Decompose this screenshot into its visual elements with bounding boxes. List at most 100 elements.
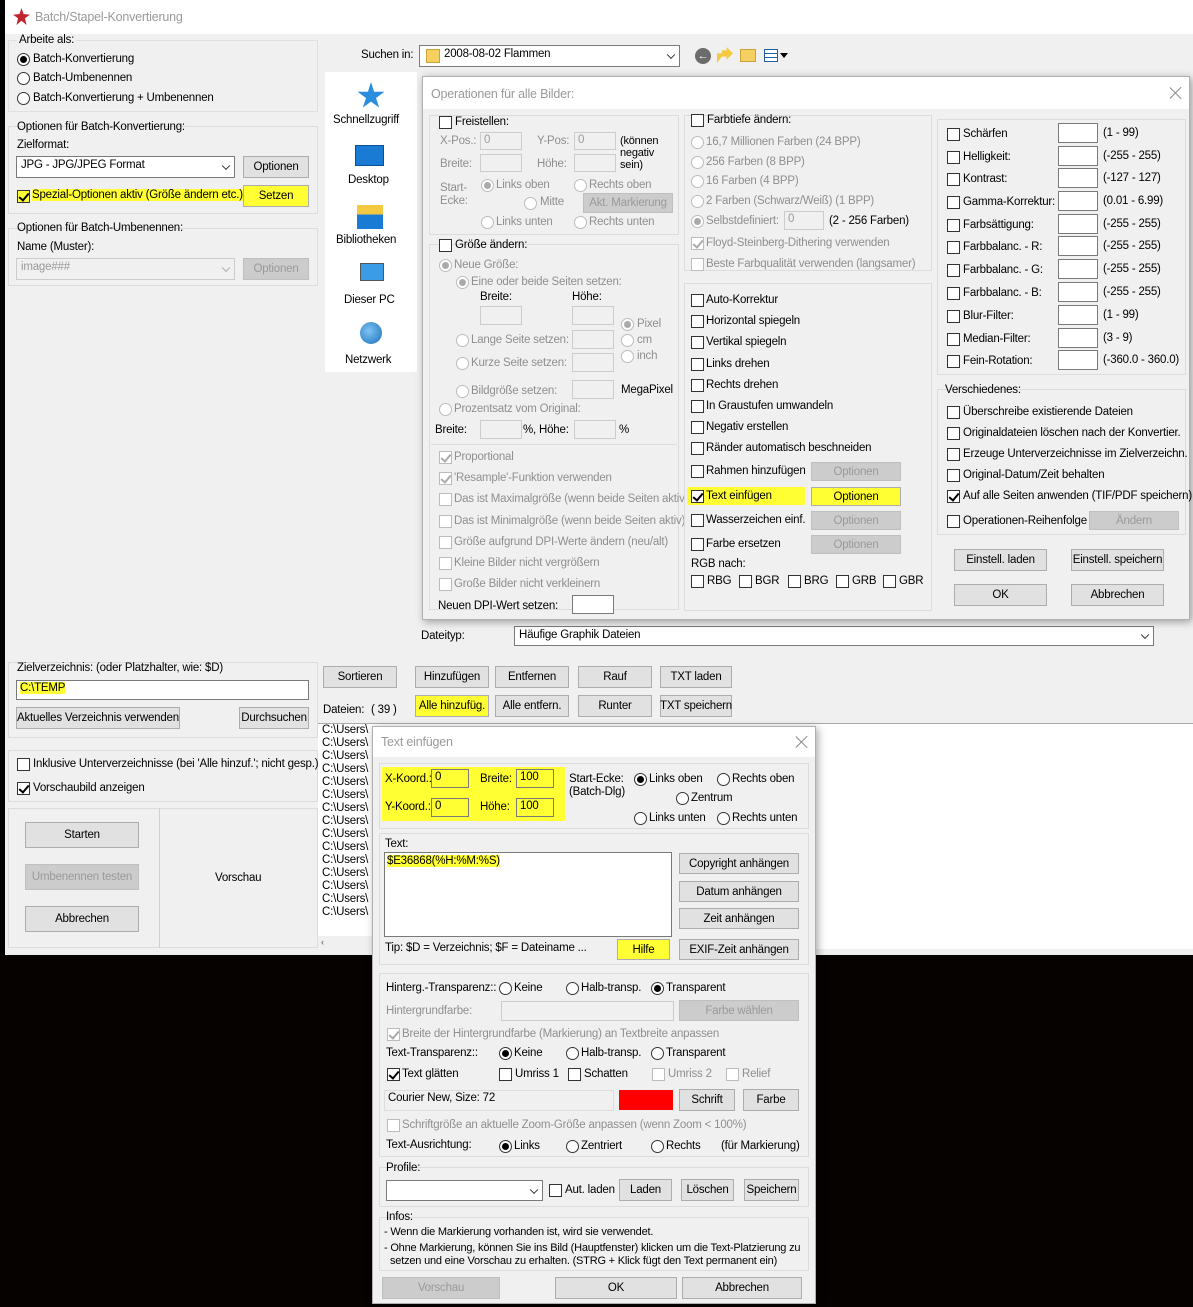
replace-color-checkbox[interactable]: [691, 538, 704, 551]
adjust-input[interactable]: [1058, 191, 1098, 211]
list-item[interactable]: C:\Users\: [322, 737, 368, 750]
target-dir-input[interactable]: C:\TEMP: [16, 680, 309, 700]
adjust-checkbox[interactable]: [947, 333, 960, 346]
no-shrink-checkbox[interactable]: [439, 578, 452, 591]
is-max-checkbox[interactable]: [439, 493, 452, 506]
add-button[interactable]: Hinzufügen: [415, 666, 489, 688]
adjust-input[interactable]: [1058, 168, 1098, 188]
outline1-checkbox[interactable]: [499, 1068, 512, 1081]
sort-button[interactable]: Sortieren: [323, 666, 397, 688]
list-item[interactable]: C:\Users\: [322, 893, 368, 906]
replace-color-options-button[interactable]: Optionen: [811, 535, 901, 554]
shadow-checkbox[interactable]: [568, 1068, 581, 1081]
remove-button[interactable]: Entfernen: [495, 666, 569, 688]
adjust-input[interactable]: [1058, 305, 1098, 325]
help-button[interactable]: Hilfe: [617, 939, 670, 960]
rgb-grb-checkbox[interactable]: [836, 575, 849, 588]
add-frame-checkbox[interactable]: [691, 465, 704, 478]
color-depth-checkbox[interactable]: [691, 114, 704, 127]
c4-radio[interactable]: [691, 175, 704, 188]
add-text-options-button[interactable]: Optionen: [811, 487, 901, 506]
start-button[interactable]: Starten: [25, 822, 139, 848]
autocrop-checkbox[interactable]: [691, 442, 704, 455]
align-right-radio[interactable]: [651, 1140, 664, 1153]
new-dpi-input[interactable]: [572, 595, 614, 614]
crop-height-input[interactable]: [574, 154, 616, 172]
ycoord-input[interactable]: 0: [431, 798, 469, 817]
list-item[interactable]: C:\Users\: [322, 789, 368, 802]
text-semi-radio[interactable]: [566, 1047, 579, 1060]
rgb-brg-checkbox[interactable]: [788, 575, 801, 588]
list-item[interactable]: C:\Users\: [322, 841, 368, 854]
date-button[interactable]: Datum anhängen: [679, 881, 799, 902]
text-none-radio[interactable]: [499, 1047, 512, 1060]
load-txt-button[interactable]: TXT laden: [660, 666, 732, 688]
adjust-input[interactable]: [1058, 350, 1098, 370]
test-rename-button[interactable]: Umbenennen testen: [25, 864, 139, 890]
rgb-gbr-checkbox[interactable]: [883, 575, 896, 588]
close-icon[interactable]: [795, 735, 809, 749]
c8-radio[interactable]: [691, 156, 704, 169]
add-all-button[interactable]: Alle hinzufüg.: [415, 695, 489, 717]
filetype-select[interactable]: Häufige Graphik Dateien: [514, 626, 1154, 646]
short-side-input[interactable]: [572, 353, 614, 372]
up-button[interactable]: Rauf: [578, 666, 652, 688]
mode-rename-radio[interactable]: [17, 72, 30, 85]
ypos-input[interactable]: 0: [574, 132, 616, 150]
text-bottom-left-radio[interactable]: [634, 812, 647, 825]
crop-bottom-right-radio[interactable]: [574, 216, 587, 229]
best-quality-checkbox[interactable]: [691, 258, 704, 271]
dpi-resize-checkbox[interactable]: [439, 536, 452, 549]
up-folder-icon[interactable]: [717, 47, 733, 63]
delete-orig-checkbox[interactable]: [947, 427, 960, 440]
image-size-input[interactable]: [572, 380, 614, 399]
list-item[interactable]: C:\Users\: [322, 763, 368, 776]
add-text-checkbox[interactable]: [691, 490, 704, 503]
watermark-options-button[interactable]: Optionen: [811, 511, 901, 530]
target-format-select[interactable]: JPG - JPG/JPEG Format: [16, 156, 235, 178]
preview-button[interactable]: Vorschau: [382, 1277, 500, 1299]
proportional-checkbox[interactable]: [439, 451, 452, 464]
adjust-checkbox[interactable]: [947, 219, 960, 232]
list-item[interactable]: C:\Users\: [322, 802, 368, 815]
list-item[interactable]: C:\Users\: [322, 724, 368, 737]
adjust-input[interactable]: [1058, 123, 1098, 143]
time-button[interactable]: Zeit anhängen: [679, 908, 799, 929]
name-pattern-select[interactable]: image###: [16, 258, 235, 280]
resize-width-input[interactable]: [480, 306, 522, 325]
keep-date-checkbox[interactable]: [947, 469, 960, 482]
align-center-radio[interactable]: [566, 1140, 579, 1153]
list-item[interactable]: C:\Users\: [322, 750, 368, 763]
show-preview-checkbox[interactable]: [17, 782, 30, 795]
xpos-input[interactable]: 0: [480, 132, 522, 150]
file-list-hscrollbar[interactable]: ‹: [318, 936, 378, 949]
save-txt-button[interactable]: TXT speichern: [660, 695, 732, 717]
copyright-button[interactable]: Copyright anhängen: [679, 853, 799, 874]
c1-radio[interactable]: [691, 195, 704, 208]
nav-quick-access[interactable]: Schnellzugriff: [333, 114, 399, 126]
new-size-radio[interactable]: [439, 259, 452, 272]
list-item[interactable]: C:\Users\: [322, 828, 368, 841]
text-top-right-radio[interactable]: [717, 773, 730, 786]
resample-checkbox[interactable]: [439, 472, 452, 485]
custom-radio[interactable]: [691, 215, 704, 228]
text-height-input[interactable]: 100: [516, 798, 554, 817]
long-side-radio[interactable]: [456, 334, 469, 347]
flip-v-checkbox[interactable]: [691, 336, 704, 349]
custom-colors-input[interactable]: 0: [784, 211, 824, 230]
add-frame-options-button[interactable]: Optionen: [811, 462, 901, 481]
save-profile-button[interactable]: Speichern: [744, 1179, 799, 1201]
crop-width-input[interactable]: [480, 154, 522, 172]
short-side-radio[interactable]: [456, 357, 469, 370]
load-profile-button[interactable]: Laden: [619, 1179, 672, 1201]
all-pages-checkbox[interactable]: [947, 490, 960, 503]
list-item[interactable]: C:\Users\: [322, 815, 368, 828]
rot-left-checkbox[interactable]: [691, 358, 704, 371]
flip-h-checkbox[interactable]: [691, 315, 704, 328]
list-item[interactable]: C:\Users\: [322, 880, 368, 893]
negative-checkbox[interactable]: [691, 421, 704, 434]
include-subdirs-checkbox[interactable]: [17, 758, 30, 771]
image-size-radio[interactable]: [456, 385, 469, 398]
crop-top-right-radio[interactable]: [574, 179, 587, 192]
percent-height-input[interactable]: [574, 420, 616, 439]
